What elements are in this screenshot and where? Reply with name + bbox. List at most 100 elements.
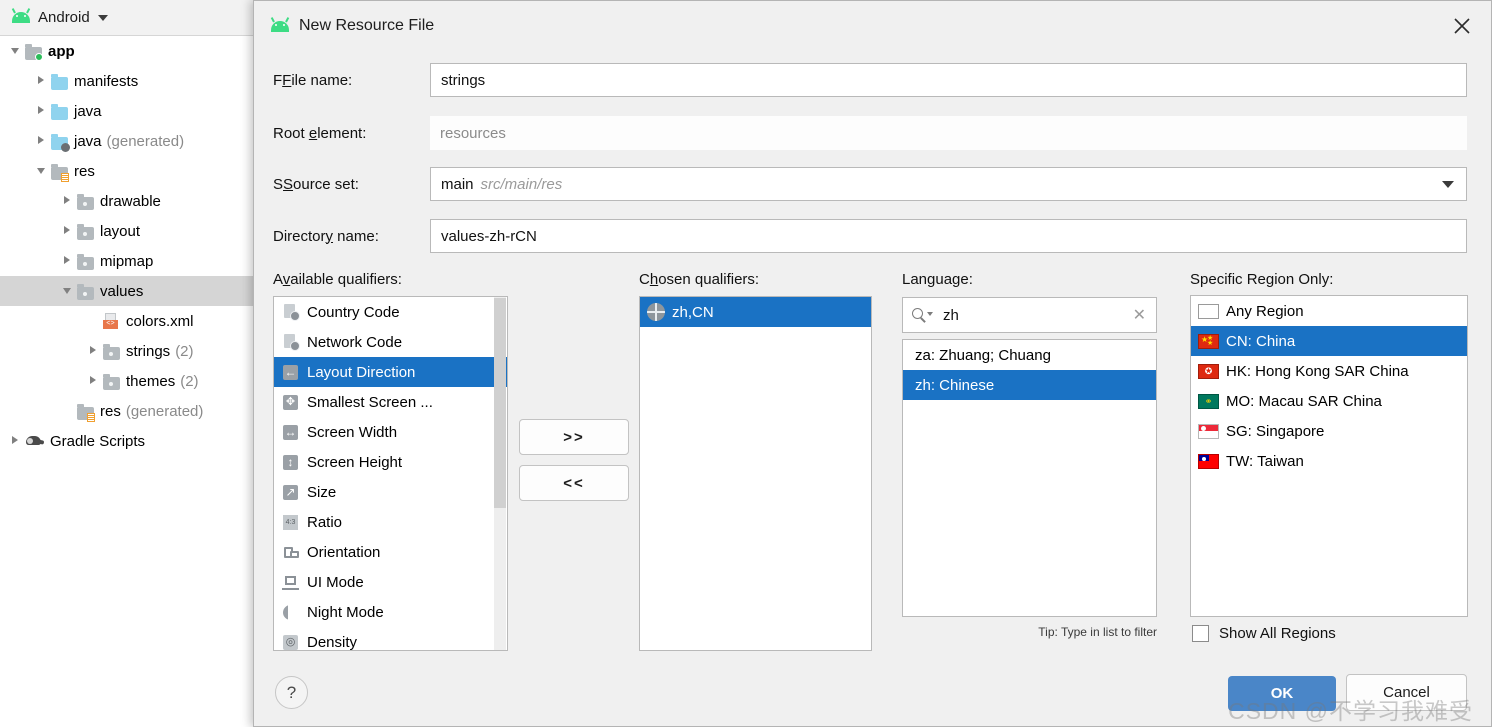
flag-sg-icon [1198,423,1219,439]
tree-row[interactable]: java (generated) [0,126,255,156]
chosen-qualifiers-list[interactable]: zh,CN [639,296,872,651]
available-qualifier-item[interactable]: Orientation [274,537,507,567]
twisty-collapsed-icon[interactable] [6,435,24,447]
language-list-item-label: za: Zhuang; Chuang [915,346,1051,364]
language-search-input[interactable]: zh ✕ [902,297,1157,333]
folder-gray-icon [102,373,120,390]
tree-row[interactable]: app [0,36,255,66]
tree-row[interactable]: Gradle Scripts [0,426,255,456]
folder-gray-icon [76,193,94,210]
available-qualifier-item[interactable]: ◎ Density [274,627,507,651]
twisty-collapsed-icon[interactable] [58,225,76,237]
language-list[interactable]: za: Zhuang; Chuang zh: Chinese [902,339,1157,617]
tree-row-label: res [74,162,95,180]
twisty-expanded-icon[interactable] [32,165,50,177]
available-qualifier-item[interactable]: ✥ Smallest Screen ... [274,387,507,417]
folder-blue-icon [50,73,68,90]
available-qualifier-item[interactable]: Country Code [274,297,507,327]
region-list-item[interactable]: TW: Taiwan [1191,446,1467,476]
available-qualifiers-list[interactable]: Country Code Network Code ← Layout Directio… [273,296,508,651]
country-code-icon [281,303,301,321]
region-list[interactable]: Any Region ★ ★ ★ CN: China ✪ HK: Hong Kong SAR… [1190,295,1468,617]
available-qualifier-item[interactable]: Night Mode [274,597,507,627]
flag-hk-icon: ✪ [1198,363,1219,379]
folder-blue-icon [50,103,68,120]
twisty-collapsed-icon[interactable] [58,255,76,267]
tree-row-suffix: (2) [175,342,194,360]
scrollbar-thumb[interactable] [494,298,506,508]
root-element-input[interactable]: resources [430,116,1467,150]
tree-row[interactable]: res [0,156,255,186]
orientation-icon [281,544,301,561]
close-icon[interactable] [1433,1,1491,51]
twisty-expanded-icon[interactable] [58,285,76,297]
language-list-item[interactable]: za: Zhuang; Chuang [903,340,1156,370]
available-qualifier-label: Density [307,633,358,651]
help-button[interactable]: ? [275,676,308,709]
project-tree[interactable]: app manifests java java (generated) res drawab… [0,36,255,727]
search-icon[interactable] [911,306,933,324]
add-qualifier-button[interactable]: >> [519,419,629,455]
tree-row-label: themes [126,372,176,390]
globe-icon [647,303,665,321]
cancel-button[interactable]: Cancel [1346,674,1467,711]
tree-row-label: values [100,282,144,300]
tree-row[interactable]: <> colors.xml [0,306,255,336]
tree-row[interactable]: res (generated) [0,396,255,426]
source-set-select[interactable]: main src/main/res [430,167,1467,201]
language-list-item-label: zh: Chinese [915,376,995,394]
language-list-item[interactable]: zh: Chinese [903,370,1156,400]
show-all-regions-checkbox[interactable] [1192,625,1209,642]
tree-row[interactable]: drawable [0,186,255,216]
available-qualifier-item[interactable]: 4:3 Ratio [274,507,507,537]
tree-row[interactable]: mipmap [0,246,255,276]
tree-row-label: app [48,42,75,60]
twisty-collapsed-icon[interactable] [32,75,50,87]
twisty-collapsed-icon[interactable] [32,105,50,117]
twisty-collapsed-icon[interactable] [58,195,76,207]
tree-row-label: colors.xml [126,312,194,330]
tree-row[interactable]: java [0,96,255,126]
available-qualifier-label: Screen Width [307,423,398,441]
file-name-input[interactable]: strings [430,63,1467,97]
tree-row[interactable]: values [0,276,255,306]
region-list-item[interactable]: ★ ★ ★ CN: China [1191,326,1467,356]
chevron-down-icon[interactable] [1442,181,1454,188]
layout-direction-icon: ← [283,364,298,380]
android-robot-icon [12,12,30,23]
directory-name-value: values-zh-rCN [441,227,537,245]
available-qualifiers-scrollbar[interactable] [494,297,506,650]
region-list-item[interactable]: ⚭ MO: Macau SAR China [1191,386,1467,416]
available-qualifier-item[interactable]: ← Layout Direction [274,357,507,387]
tree-row[interactable]: manifests [0,66,255,96]
tree-row[interactable]: layout [0,216,255,246]
chosen-qualifier-item[interactable]: zh,CN [640,297,871,327]
available-qualifier-item[interactable]: ↗ Size [274,477,507,507]
available-qualifier-label: Screen Height [307,453,403,471]
tree-row[interactable]: strings (2) [0,336,255,366]
ok-button[interactable]: OK [1228,676,1336,711]
region-list-item[interactable]: ✪ HK: Hong Kong SAR China [1191,356,1467,386]
twisty-collapsed-icon[interactable] [84,345,102,357]
clear-icon[interactable]: ✕ [1133,305,1148,325]
available-qualifier-item[interactable]: ↔ Screen Width [274,417,507,447]
show-all-regions-row[interactable]: Show All Regions [1192,625,1336,642]
twisty-expanded-icon[interactable] [6,45,24,57]
available-qualifier-item[interactable]: Network Code [274,327,507,357]
directory-name-input[interactable]: values-zh-rCN [430,219,1467,253]
twisty-collapsed-icon[interactable] [84,375,102,387]
twisty-collapsed-icon[interactable] [32,135,50,147]
xml-file-icon: <> [102,313,120,329]
region-list-item[interactable]: SG: Singapore [1191,416,1467,446]
region-list-item-label: TW: Taiwan [1226,452,1304,470]
caret-down-icon[interactable] [97,14,108,21]
available-qualifier-label: UI Mode [307,573,364,591]
root-element-label: Root element: [273,124,367,142]
remove-qualifier-button[interactable]: << [519,465,629,501]
region-list-item[interactable]: Any Region [1191,296,1467,326]
density-icon: ◎ [281,634,301,651]
available-qualifier-item[interactable]: ↕ Screen Height [274,447,507,477]
source-set-path: src/main/res [480,175,563,193]
tree-row[interactable]: themes (2) [0,366,255,396]
available-qualifier-item[interactable]: UI Mode [274,567,507,597]
